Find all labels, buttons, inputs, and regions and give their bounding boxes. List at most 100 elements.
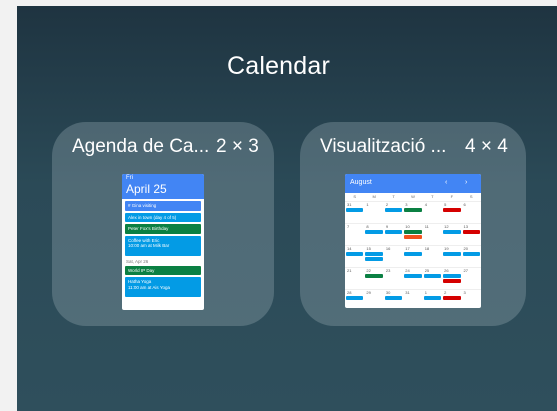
day-cell: 19	[442, 246, 461, 267]
day-cell: 1	[423, 290, 442, 308]
day-event-chip	[365, 257, 383, 261]
weekday-label: T	[431, 194, 434, 199]
day-number: 31	[347, 202, 352, 207]
day-cell: 3	[403, 202, 422, 223]
month-header: August ‹ ›	[345, 174, 481, 193]
day-cell: 16	[384, 246, 403, 267]
widget-name: Visualització ...	[320, 136, 447, 157]
agenda-event: Peter Fox's Birthday	[125, 224, 201, 234]
day-number: 14	[347, 246, 352, 251]
day-cell: 29	[364, 290, 383, 308]
month-name: August	[350, 179, 372, 186]
agenda-event-detail: 11:00 am at Ais Yoga	[128, 284, 170, 290]
weekday-label: S	[469, 194, 473, 199]
day-number: 31	[405, 290, 410, 295]
day-event-chip	[365, 252, 383, 256]
day-event-chip	[443, 274, 461, 278]
agenda-weekday: Fri	[126, 175, 133, 181]
day-number: 3	[463, 290, 466, 295]
day-cell: 6	[462, 202, 481, 223]
weekday-label: W	[411, 194, 415, 199]
day-cell: 2	[384, 202, 403, 223]
weekday-label: M	[372, 194, 376, 199]
day-event-chip	[346, 296, 364, 300]
day-cell: 27	[462, 268, 481, 289]
month-grid: 31 1 2 3 4 5 6 7 8 9 10 11 12 13 14 15 16 17 18 19 20 21 22 23 2…	[345, 201, 481, 308]
day-cell: 17	[403, 246, 422, 267]
day-event-chip	[462, 252, 480, 256]
day-event-chip	[462, 230, 480, 234]
day-number: 16	[385, 246, 391, 251]
day-number: 18	[424, 246, 430, 251]
day-number: 20	[463, 246, 468, 251]
weekday-label: S	[353, 194, 357, 199]
day-number: 27	[463, 268, 468, 273]
agenda-event: Alex in town (day 4 of 5)	[125, 212, 201, 222]
day-number: 26	[444, 268, 449, 273]
screen-edge-top	[0, 0, 557, 6]
day-number: 5	[444, 202, 447, 207]
day-cell: 14	[345, 246, 364, 267]
week-row: 7 8 9 10 11 12 13	[345, 223, 481, 245]
day-number: 17	[405, 246, 410, 251]
day-cell: 8	[364, 224, 383, 245]
day-number: 11	[424, 224, 429, 229]
day-number: 28	[347, 290, 352, 295]
widget-month-card[interactable]: Visualització ... 4 × 4 August ‹ › S M T…	[300, 122, 526, 326]
day-cell: 2	[442, 290, 461, 308]
day-event-chip	[404, 208, 422, 212]
widget-name: Agenda de Ca...	[72, 136, 210, 157]
day-event-chip	[404, 252, 422, 256]
day-event-chip	[346, 208, 364, 212]
agenda-day-separator: Sat, Apr 26	[126, 258, 149, 264]
day-number: 1	[366, 202, 369, 207]
widget-agenda-card[interactable]: Agenda de Ca... 2 × 3 Fri April 25 # Gin…	[52, 122, 274, 326]
day-number: 24	[405, 268, 410, 273]
day-number: 9	[385, 224, 389, 229]
day-event-chip	[443, 296, 461, 300]
day-cell: 9	[384, 224, 403, 245]
day-event-chip	[365, 274, 383, 278]
day-cell: 1	[364, 202, 383, 223]
widget-size: 4 × 4	[465, 136, 508, 157]
agenda-event: World IP Day	[125, 265, 201, 275]
weekday-row: S M T W T F S	[345, 193, 481, 201]
day-cell: 13	[462, 224, 481, 245]
day-number: 2	[385, 202, 389, 207]
day-number: 6	[463, 202, 466, 207]
week-row: 21 22 23 24 25 26 27	[345, 267, 481, 289]
day-number: 4	[424, 202, 427, 207]
day-event-chip	[384, 208, 403, 212]
agenda-preview: Fri April 25 # Gina visiting Alex in tow…	[122, 174, 204, 310]
day-cell: 15	[364, 246, 383, 267]
day-event-chip	[365, 230, 383, 234]
app-title: Calendar	[226, 52, 331, 80]
day-number: 19	[444, 246, 449, 251]
agenda-event: # Gina visiting	[125, 201, 201, 211]
day-event-chip	[443, 279, 461, 283]
day-number: 21	[347, 268, 352, 273]
chevron-left-icon: ‹	[445, 179, 448, 186]
day-cell: 3	[462, 290, 481, 308]
day-number: 29	[366, 290, 371, 295]
day-cell: 30	[384, 290, 403, 308]
widget-size: 2 × 3	[216, 136, 259, 157]
day-event-chip	[443, 252, 461, 256]
day-event-chip	[443, 208, 461, 212]
day-cell: 22	[364, 268, 383, 289]
agenda-header: Fri April 25	[122, 174, 204, 199]
day-number: 7	[347, 224, 350, 229]
day-cell: 24	[403, 268, 422, 289]
day-number: 25	[424, 268, 430, 273]
weekday-label: T	[392, 194, 395, 199]
month-preview: August ‹ › S M T W T F S 31 1 2 3 4 5 6 7 8 9 10 11…	[345, 174, 481, 308]
chevron-right-icon: ›	[465, 179, 468, 186]
day-event-chip	[404, 274, 422, 278]
day-cell: 26	[442, 268, 461, 289]
agenda-event: Hatha Yoga 11:00 am at Ais Yoga	[125, 277, 201, 297]
week-row: 28 29 30 31 1 2 3	[345, 289, 481, 308]
day-number: 30	[385, 290, 391, 295]
agenda-date: April 25	[126, 182, 167, 196]
day-event-chip	[404, 230, 422, 234]
day-event-chip	[404, 235, 422, 239]
